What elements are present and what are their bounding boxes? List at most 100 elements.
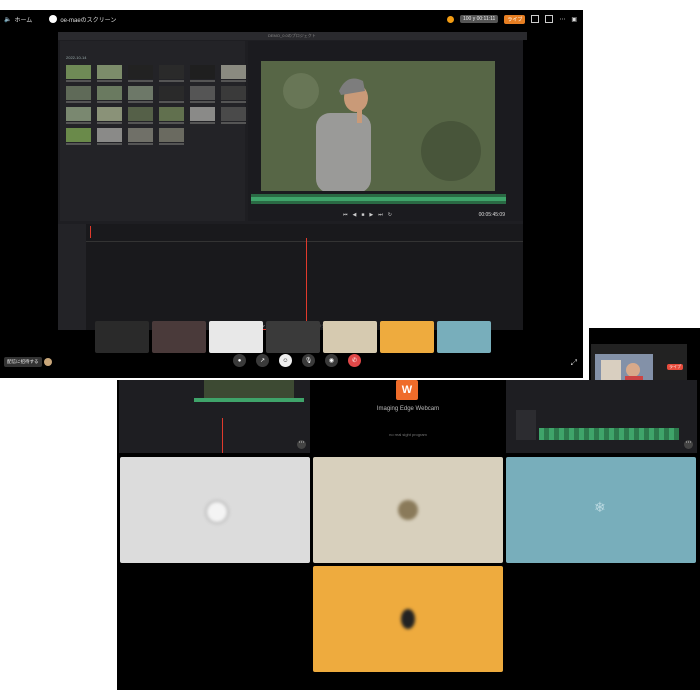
speaker-icon: 🔈 bbox=[4, 16, 12, 23]
record-icon: ◉ bbox=[328, 358, 335, 364]
skip-start-icon[interactable]: ⏮ bbox=[343, 212, 348, 218]
clip-thumbnail[interactable] bbox=[159, 107, 184, 124]
invite-button[interactable]: 配信に招待する bbox=[4, 357, 42, 367]
clip-thumbnail[interactable] bbox=[190, 65, 215, 82]
monitor-icon[interactable] bbox=[545, 15, 554, 23]
top-bar: 🔈 ホーム oe-maeのスクリーン 100 y 00:11:11 ライブ ⋯ … bbox=[0, 10, 583, 28]
loop-icon[interactable]: ↻ bbox=[388, 212, 392, 218]
clip-thumbnail[interactable] bbox=[97, 65, 122, 82]
participant-thumbnail[interactable] bbox=[152, 321, 206, 353]
gallery-screen-share-tile[interactable]: ⋯ bbox=[119, 380, 310, 453]
more-icon[interactable]: ⋯ bbox=[559, 16, 565, 23]
participant-thumbnail[interactable] bbox=[95, 321, 149, 353]
clip-thumbnail[interactable] bbox=[221, 86, 246, 103]
play-icon[interactable]: ▶ bbox=[369, 212, 373, 218]
clip-thumbnail[interactable] bbox=[190, 86, 215, 103]
skip-end-icon[interactable]: ⏭ bbox=[378, 212, 383, 218]
mic-button[interactable]: 🎙 bbox=[302, 354, 315, 367]
clip-thumbnail[interactable] bbox=[128, 107, 153, 124]
video-frame bbox=[261, 61, 495, 191]
gallery-webcam-tile[interactable]: W Imaging Edge Webcam no real sight prog… bbox=[313, 380, 503, 453]
camera-button[interactable]: ● bbox=[233, 354, 246, 367]
track-headers bbox=[58, 224, 86, 330]
live-badge: ライブ bbox=[504, 14, 526, 24]
grid-icon[interactable] bbox=[531, 15, 540, 23]
step-back-icon[interactable]: ◀ bbox=[353, 212, 357, 218]
owner-avatar bbox=[49, 15, 58, 23]
gallery-window: ⋯ W Imaging Edge Webcam no real sight pr… bbox=[117, 380, 700, 690]
camera-icon: ● bbox=[237, 357, 242, 364]
clip-thumbnail[interactable] bbox=[66, 65, 91, 82]
screen-share-button[interactable]: ↗ bbox=[256, 354, 269, 367]
clip-thumbnail[interactable] bbox=[190, 107, 215, 124]
tile2-timeline bbox=[539, 428, 679, 440]
clip-thumbnail[interactable] bbox=[159, 65, 184, 82]
clip-thumbnail[interactable] bbox=[66, 128, 91, 145]
leave-button[interactable]: ✆ bbox=[348, 354, 361, 367]
audio-waveform[interactable] bbox=[251, 194, 506, 204]
participant-avatar bbox=[401, 609, 415, 629]
participant-tile-2[interactable] bbox=[313, 457, 503, 563]
webcam-app-name: Imaging Edge Webcam bbox=[376, 406, 440, 412]
mini-playhead[interactable] bbox=[90, 226, 91, 238]
participant-tile-1[interactable] bbox=[120, 457, 310, 563]
participant-thumbnail[interactable] bbox=[380, 321, 434, 353]
tile-more-button[interactable]: ⋯ bbox=[297, 440, 306, 449]
record-button[interactable]: ◉ bbox=[325, 354, 338, 367]
clip-thumbnail[interactable] bbox=[128, 65, 153, 82]
phone-icon: ✆ bbox=[351, 358, 358, 364]
stop-icon[interactable]: ■ bbox=[361, 212, 364, 218]
clip-thumbnail[interactable] bbox=[159, 86, 184, 103]
screen-owner-label: oe-maeのスクリーン bbox=[60, 17, 117, 24]
gallery-screen-tile-2[interactable]: ⋯ bbox=[506, 380, 697, 453]
media-pool: 2022-10-14 bbox=[60, 41, 246, 221]
participant-tile-4[interactable] bbox=[313, 566, 503, 672]
clip-thumbnail[interactable] bbox=[221, 107, 246, 124]
transport-controls: ⏮ ◀ ■ ▶ ⏭ ↻ bbox=[343, 212, 392, 218]
participant-tile-3[interactable]: ❄ bbox=[506, 457, 696, 563]
timeline-playhead[interactable] bbox=[306, 238, 307, 326]
participant-thumbnail[interactable] bbox=[323, 321, 377, 353]
tile-playhead bbox=[222, 418, 223, 453]
notification-icon[interactable] bbox=[446, 15, 454, 23]
clip-thumbnail[interactable] bbox=[97, 107, 122, 124]
source-viewer: ⏮ ◀ ■ ▶ ⏭ ↻ 00:05:45:09 bbox=[248, 41, 523, 221]
participant-strip bbox=[95, 321, 495, 355]
project-title: DEMO_0.0のプロジェクト bbox=[268, 33, 316, 38]
clip-thumbnail[interactable] bbox=[66, 107, 91, 124]
reaction-button[interactable]: ☺ bbox=[279, 354, 292, 367]
reaction-icon: ☺ bbox=[282, 357, 289, 364]
bin-date: 2022-10-14 bbox=[66, 55, 87, 60]
participant-thumbnail[interactable] bbox=[266, 321, 320, 353]
resolve-app: DEMO_0.0のプロジェクト 2022-10-14 ⏮ ◀ ■ ▶ ⏭ ↻ 0… bbox=[58, 32, 527, 330]
webcam-subtitle: no real sight program bbox=[389, 432, 427, 437]
call-controls: ● ↗ ☺ 🎙 ◉ ✆ bbox=[233, 354, 361, 367]
clip-thumbnail[interactable] bbox=[66, 86, 91, 103]
mic-icon: 🎙 bbox=[304, 358, 313, 364]
clip-thumbnail[interactable] bbox=[97, 128, 122, 145]
self-avatar[interactable] bbox=[44, 358, 52, 366]
clip-thumbnail[interactable] bbox=[128, 128, 153, 145]
timecode: 00:05:45:09 bbox=[478, 212, 505, 218]
clip-thumbnail[interactable] bbox=[221, 65, 246, 82]
tile2-panel bbox=[516, 410, 536, 440]
clip-thumbnail[interactable] bbox=[159, 128, 184, 145]
snowflake-icon: ❄ bbox=[594, 499, 606, 515]
participant-thumbnail[interactable] bbox=[437, 321, 491, 353]
clip-thumbnail[interactable] bbox=[97, 86, 122, 103]
participant-avatar bbox=[205, 500, 229, 524]
timeline-ruler[interactable] bbox=[86, 236, 523, 242]
tile2-more-button[interactable]: ⋯ bbox=[684, 440, 693, 449]
viewer-count: 100 y 00:11:11 bbox=[459, 15, 499, 23]
participant-thumbnail[interactable] bbox=[209, 321, 263, 353]
participant-avatar bbox=[398, 500, 418, 520]
resolve-toolbar: DEMO_0.0のプロジェクト bbox=[58, 32, 527, 40]
clip-thumbnail[interactable] bbox=[128, 86, 153, 103]
timeline: メディアカットエディットFusionカラーFairlightデリバー bbox=[58, 224, 523, 330]
mini-live-badge: ライブ bbox=[667, 364, 683, 370]
fullscreen-icon[interactable]: ⤢ bbox=[571, 358, 577, 368]
chat-icon[interactable]: ▣ bbox=[571, 16, 577, 23]
home-button[interactable]: 🔈 ホーム bbox=[4, 15, 32, 24]
clip-thumbnails bbox=[66, 65, 246, 145]
tile-waveform bbox=[194, 398, 304, 402]
